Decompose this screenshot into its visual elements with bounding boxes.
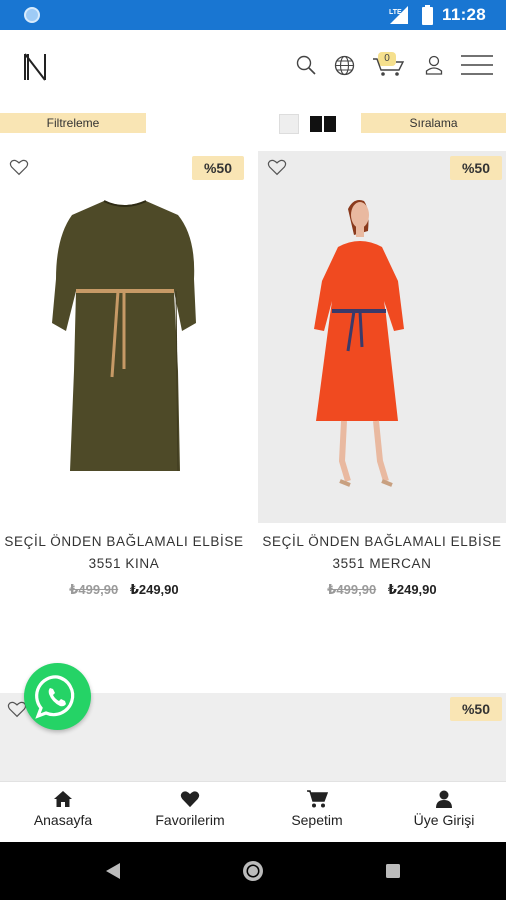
product-prices: ₺499,90 ₺249,90 bbox=[0, 582, 248, 598]
app-header: 0 bbox=[0, 30, 506, 102]
sale-price: ₺249,90 bbox=[387, 582, 437, 597]
product-image[interactable]: %50 bbox=[258, 151, 506, 523]
two-column-view-button[interactable] bbox=[309, 114, 337, 134]
discount-badge: %50 bbox=[450, 697, 502, 721]
lte-signal-icon: LTE bbox=[389, 6, 408, 24]
old-price: ₺499,90 bbox=[69, 582, 119, 597]
product-card[interactable]: %50 SEÇİL ÖNDEN BAĞLAMALI ELBİSE 3551 ME… bbox=[258, 151, 506, 611]
nav-cart[interactable]: Sepetim bbox=[254, 790, 380, 828]
bottom-navigation: Anasayfa Favorilerim Sepetim Üye Girişi bbox=[0, 781, 506, 842]
cart-icon[interactable] bbox=[372, 57, 406, 77]
model-illustration bbox=[314, 200, 404, 487]
nav-favorites-label: Favorilerim bbox=[155, 812, 225, 828]
product-image[interactable]: %50 bbox=[0, 151, 248, 523]
single-column-view-button[interactable] bbox=[279, 114, 299, 134]
brand-logo[interactable] bbox=[22, 52, 48, 82]
dress-illustration bbox=[52, 200, 196, 472]
user-icon[interactable] bbox=[424, 55, 444, 75]
cart-icon bbox=[307, 790, 328, 808]
nav-home-label: Anasayfa bbox=[33, 812, 93, 828]
heart-icon bbox=[180, 791, 200, 808]
status-bar: LTE 11:28 bbox=[0, 0, 506, 30]
nav-login-label: Üye Girişi bbox=[413, 812, 475, 828]
nav-favorites[interactable]: Favorilerim bbox=[127, 790, 253, 828]
nav-home[interactable]: Anasayfa bbox=[0, 790, 126, 828]
nav-cart-label: Sepetim bbox=[291, 812, 343, 828]
discount-badge: %50 bbox=[192, 156, 244, 180]
product-card[interactable]: %50 SEÇİL ÖNDEN BAĞLAMALI ELBİSE 3551 KI… bbox=[0, 151, 248, 611]
sale-price: ₺249,90 bbox=[129, 582, 179, 597]
sort-button[interactable]: Sıralama bbox=[361, 113, 506, 133]
favorite-heart-icon[interactable] bbox=[9, 158, 29, 176]
menu-icon[interactable] bbox=[460, 54, 494, 76]
whatsapp-button[interactable] bbox=[24, 663, 91, 730]
globe-icon[interactable] bbox=[334, 55, 355, 76]
favorite-heart-icon[interactable] bbox=[267, 158, 287, 176]
home-circle-icon[interactable] bbox=[242, 860, 264, 882]
old-price: ₺499,90 bbox=[327, 582, 377, 597]
filter-button[interactable]: Filtreleme bbox=[0, 113, 146, 133]
whatsapp-icon bbox=[35, 675, 75, 719]
filter-sort-bar: Filtreleme Sıralama bbox=[0, 113, 506, 135]
recents-icon[interactable] bbox=[385, 863, 401, 879]
user-icon bbox=[436, 790, 452, 808]
notification-dot-icon bbox=[24, 7, 40, 23]
search-icon[interactable] bbox=[296, 55, 316, 75]
svg-text:LTE: LTE bbox=[389, 9, 402, 16]
system-navigation-bar bbox=[0, 842, 506, 900]
discount-badge: %50 bbox=[450, 156, 502, 180]
back-icon[interactable] bbox=[104, 862, 122, 880]
battery-icon bbox=[422, 5, 433, 25]
product-prices: ₺499,90 ₺249,90 bbox=[258, 582, 506, 598]
product-title[interactable]: SEÇİL ÖNDEN BAĞLAMALI ELBİSE 3551 KINA bbox=[0, 531, 248, 575]
home-icon bbox=[54, 791, 72, 807]
product-title[interactable]: SEÇİL ÖNDEN BAĞLAMALI ELBİSE 3551 MERCAN bbox=[258, 531, 506, 575]
nav-login[interactable]: Üye Girişi bbox=[381, 790, 506, 828]
status-time: 11:28 bbox=[442, 5, 487, 24]
